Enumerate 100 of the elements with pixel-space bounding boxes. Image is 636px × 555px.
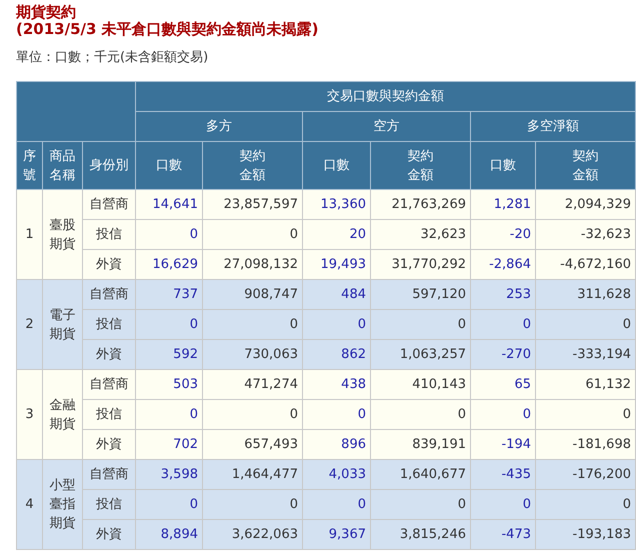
count-cell: -2,864 (470, 250, 536, 280)
count-cell: 0 (302, 310, 370, 340)
count-cell: 0 (136, 310, 202, 340)
column-header: 契約 金額 (202, 142, 302, 190)
side-header-cell: 多空淨額 (470, 112, 636, 142)
amount-cell: 23,857,597 (202, 190, 302, 220)
amount-cell: 1,063,257 (370, 340, 470, 370)
identity-cell: 外資 (82, 430, 136, 460)
count-cell: 20 (302, 220, 370, 250)
count-cell: 253 (470, 280, 536, 310)
count-cell: 14,641 (136, 190, 202, 220)
amount-cell: -4,672,160 (536, 250, 636, 280)
count-cell: 13,360 (302, 190, 370, 220)
identity-cell: 自營商 (82, 460, 136, 490)
amount-cell: 0 (202, 400, 302, 430)
count-cell: 0 (136, 220, 202, 250)
amount-cell: 730,063 (202, 340, 302, 370)
amount-cell: 32,623 (370, 220, 470, 250)
column-header: 契約 金額 (536, 142, 636, 190)
amount-cell: 0 (536, 400, 636, 430)
count-cell: 0 (302, 400, 370, 430)
count-cell: 0 (302, 490, 370, 520)
row-number: 3 (16, 370, 42, 460)
row-number: 2 (16, 280, 42, 370)
page-subtitle: (2013/5/3 未平倉口數與契約金額尚未揭露) (16, 21, 320, 38)
amount-cell: -176,200 (536, 460, 636, 490)
amount-cell: 21,763,269 (370, 190, 470, 220)
column-header: 口數 (302, 142, 370, 190)
amount-cell: 0 (370, 490, 470, 520)
amount-cell: 311,628 (536, 280, 636, 310)
column-header: 序 號 (16, 142, 42, 190)
amount-cell: 0 (370, 310, 470, 340)
count-cell: 0 (136, 400, 202, 430)
column-header: 契約 金額 (370, 142, 470, 190)
amount-cell: -32,623 (536, 220, 636, 250)
side-header-cell: 空方 (302, 112, 470, 142)
amount-cell: -333,194 (536, 340, 636, 370)
count-cell: 0 (470, 310, 536, 340)
count-cell: 1,281 (470, 190, 536, 220)
amount-cell: 3,815,246 (370, 520, 470, 550)
amount-cell: 1,464,477 (202, 460, 302, 490)
count-cell: 65 (470, 370, 536, 400)
amount-cell: 31,770,292 (370, 250, 470, 280)
amount-cell: 61,132 (536, 370, 636, 400)
count-cell: 0 (470, 490, 536, 520)
amount-cell: 0 (536, 310, 636, 340)
identity-cell: 自營商 (82, 190, 136, 220)
amount-cell: 410,143 (370, 370, 470, 400)
count-cell: 19,493 (302, 250, 370, 280)
amount-cell: -181,698 (536, 430, 636, 460)
identity-cell: 外資 (82, 250, 136, 280)
side-header-cell: 多方 (136, 112, 302, 142)
amount-cell: 2,094,329 (536, 190, 636, 220)
product-name: 臺股期貨 (42, 190, 82, 280)
count-cell: -270 (470, 340, 536, 370)
count-cell: 862 (302, 340, 370, 370)
amount-cell: 839,191 (370, 430, 470, 460)
count-cell: 16,629 (136, 250, 202, 280)
amount-cell: 27,098,132 (202, 250, 302, 280)
amount-cell: 0 (202, 310, 302, 340)
amount-cell: 1,640,677 (370, 460, 470, 490)
amount-cell: 657,493 (202, 430, 302, 460)
identity-cell: 投信 (82, 220, 136, 250)
count-cell: 896 (302, 430, 370, 460)
amount-cell: 471,274 (202, 370, 302, 400)
row-number: 4 (16, 460, 42, 550)
count-cell: 0 (136, 490, 202, 520)
count-cell: 503 (136, 370, 202, 400)
count-cell: -20 (470, 220, 536, 250)
column-header: 口數 (136, 142, 202, 190)
amount-cell: 597,120 (370, 280, 470, 310)
column-header: 口數 (470, 142, 536, 190)
count-cell: -194 (470, 430, 536, 460)
amount-cell: 3,622,063 (202, 520, 302, 550)
count-cell: 4,033 (302, 460, 370, 490)
group-header-cell: 交易口數與契約金額 (136, 82, 636, 112)
count-cell: 8,894 (136, 520, 202, 550)
identity-cell: 外資 (82, 340, 136, 370)
count-cell: 484 (302, 280, 370, 310)
identity-cell: 自營商 (82, 280, 136, 310)
count-cell: 438 (302, 370, 370, 400)
count-cell: 3,598 (136, 460, 202, 490)
amount-cell: 0 (202, 220, 302, 250)
column-header: 身份別 (82, 142, 136, 190)
count-cell: -435 (470, 460, 536, 490)
count-cell: 9,367 (302, 520, 370, 550)
amount-cell: 0 (370, 400, 470, 430)
amount-cell: 0 (536, 490, 636, 520)
page-title: 期貨契約 (16, 4, 77, 21)
identity-cell: 投信 (82, 490, 136, 520)
identity-cell: 投信 (82, 310, 136, 340)
amount-cell: 0 (202, 490, 302, 520)
product-name: 金融期貨 (42, 370, 82, 460)
count-cell: 702 (136, 430, 202, 460)
product-name: 電子期貨 (42, 280, 82, 370)
identity-cell: 自營商 (82, 370, 136, 400)
identity-cell: 外資 (82, 520, 136, 550)
product-name: 小型臺指期貨 (42, 460, 82, 550)
count-cell: 737 (136, 280, 202, 310)
identity-cell: 投信 (82, 400, 136, 430)
